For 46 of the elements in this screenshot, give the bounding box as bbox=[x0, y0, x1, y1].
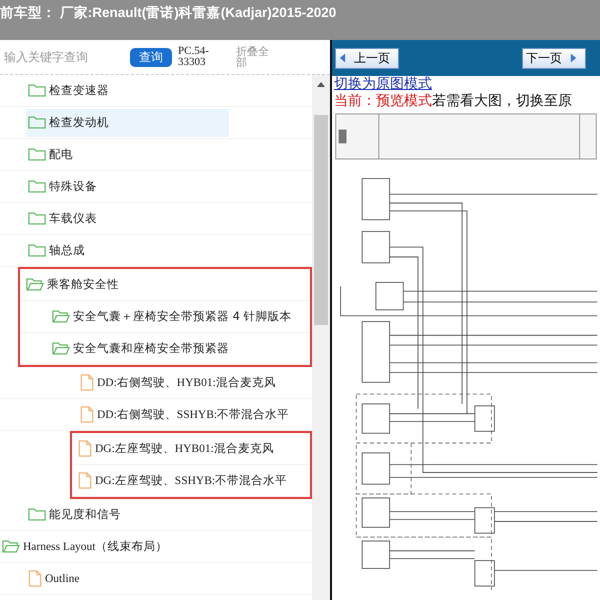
open-folder-icon bbox=[52, 309, 70, 324]
open-folder-icon bbox=[26, 277, 44, 292]
folder-icon bbox=[28, 147, 46, 162]
tree-item[interactable]: 检查变速器 bbox=[26, 76, 111, 104]
document-code: PC.54-33303 bbox=[178, 46, 210, 68]
folder-icon bbox=[28, 243, 46, 258]
search-field[interactable]: 输入关键字查询 bbox=[4, 48, 124, 66]
folder-icon bbox=[28, 179, 46, 194]
document-icon bbox=[80, 374, 94, 391]
switch-mode-link[interactable]: 切换为原图模式 bbox=[334, 76, 432, 93]
scrollbar-thumb[interactable] bbox=[314, 115, 328, 325]
tree-item[interactable]: DD:右侧驾驶、SSHYB:不带混合水平 bbox=[78, 400, 292, 428]
tree-item[interactable]: 能见度和信号 bbox=[26, 500, 123, 528]
folder-icon bbox=[28, 211, 46, 226]
tree-item[interactable]: 安全气囊和座椅安全带预紧器 bbox=[50, 334, 231, 362]
tree-item[interactable]: 车载仪表 bbox=[26, 204, 99, 232]
mode-hint: 若需看大图，切换至原 bbox=[432, 93, 572, 109]
scroll-up-icon[interactable] bbox=[317, 81, 325, 87]
document-icon bbox=[78, 472, 92, 489]
next-page-button[interactable]: 下一页 bbox=[522, 48, 586, 68]
previous-page-button[interactable]: 上一页 bbox=[335, 48, 399, 68]
document-icon bbox=[78, 440, 92, 457]
tree-item[interactable]: Harness Layout（线束布局） bbox=[0, 532, 170, 560]
tree-item[interactable]: Outline bbox=[26, 564, 82, 592]
scrollbar[interactable] bbox=[312, 75, 330, 600]
document-icon bbox=[80, 406, 94, 423]
left-arrow-icon bbox=[339, 53, 346, 63]
folder-icon bbox=[28, 83, 46, 98]
right-arrow-icon bbox=[570, 53, 577, 63]
tree-item[interactable]: 安全气囊＋座椅安全带预紧器 4 针脚版本 bbox=[50, 302, 294, 330]
tree-item[interactable]: DG:左座驾驶、HYB01:混合麦克风 bbox=[76, 434, 276, 462]
tree-item[interactable]: 特殊设备 bbox=[26, 172, 99, 200]
vehicle-title: 前车型： 厂家:Renault(雷诺)科雷嘉(Kadjar)2015-2020 bbox=[0, 5, 336, 20]
search-button[interactable]: 查询 bbox=[130, 48, 172, 66]
tree-item[interactable]: 轴总成 bbox=[26, 236, 87, 264]
tree-item[interactable]: 配电 bbox=[26, 140, 75, 168]
open-folder-icon bbox=[52, 341, 70, 356]
tree-item[interactable]: DD:右侧驾驶、HYB01:混合麦克风 bbox=[78, 368, 278, 396]
tree-item[interactable]: 乘客舱安全性 bbox=[24, 270, 121, 298]
tree-item[interactable]: DG:左座驾驶、SSHYB:不带混合水平 bbox=[76, 466, 290, 494]
mode-label: 当前：预览模式 bbox=[334, 93, 432, 109]
tree-item[interactable]: 检查发动机 bbox=[26, 108, 229, 136]
folder-icon bbox=[28, 115, 46, 130]
open-folder-icon bbox=[2, 539, 20, 554]
document-icon bbox=[28, 570, 42, 587]
folder-icon bbox=[28, 507, 46, 522]
